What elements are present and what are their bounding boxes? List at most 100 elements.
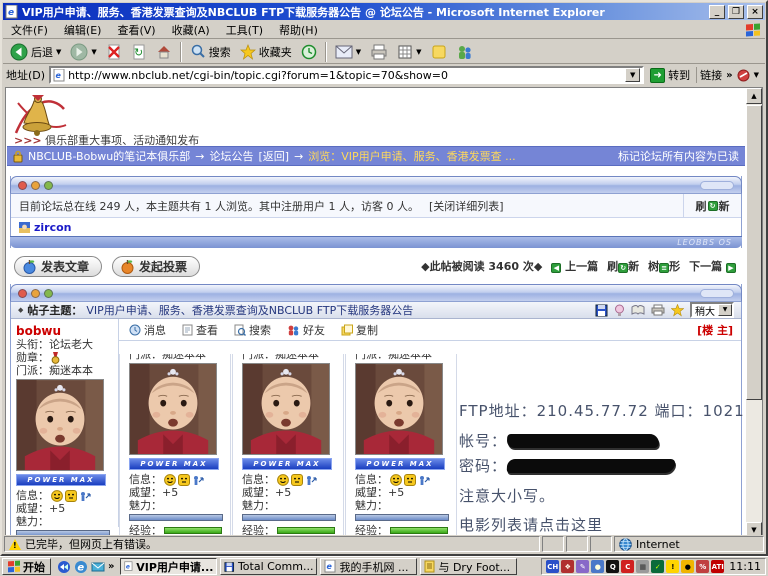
scroll-up-button[interactable]: ▲	[746, 88, 762, 104]
mail-client-tray-icon[interactable]: C	[621, 560, 634, 573]
friend-button[interactable]: 好友	[287, 322, 325, 338]
svg-text:e: e	[56, 71, 62, 80]
save-icon[interactable]	[595, 304, 608, 317]
breadcrumb-back-link[interactable]: [返回]	[258, 148, 289, 164]
font-size-select[interactable]: 稍大 ▼	[690, 302, 734, 318]
security-warning-tray-icon[interactable]: !	[666, 560, 679, 573]
quick-launch-ie-icon[interactable]: e	[74, 560, 88, 574]
close-detail-list-link[interactable]: [关闭详细列表]	[429, 198, 504, 214]
task-button-vip[interactable]: e VIP用户申请...	[120, 558, 217, 575]
prev-thread-link[interactable]: ◀ 上一篇	[551, 258, 598, 274]
user-status-tray-icon[interactable]: ●	[591, 560, 604, 573]
refresh-thread-link[interactable]: 刷↻新	[607, 258, 639, 274]
gender-male-icon	[192, 474, 204, 486]
internet-globe-icon	[619, 538, 632, 551]
forward-dropdown[interactable]: ▼	[91, 48, 96, 56]
back-dropdown[interactable]: ▼	[56, 48, 61, 56]
page-icon: e	[53, 69, 65, 82]
menu-favorites[interactable]: 收藏(A)	[172, 22, 210, 38]
emote-icon[interactable]	[65, 490, 77, 502]
copy-icon	[341, 324, 353, 336]
maximize-button[interactable]: ❐	[728, 5, 744, 19]
scroll-thumb[interactable]	[746, 105, 762, 400]
notes-button[interactable]	[427, 41, 451, 63]
task-button-mobile-site[interactable]: e 我的手机网 ...	[320, 558, 417, 575]
new-poll-button[interactable]: 发起投票	[112, 256, 200, 277]
links-area[interactable]: 链接 » ▼	[696, 67, 762, 83]
start-button[interactable]: 开始	[2, 558, 51, 575]
network-monitor-tray-icon[interactable]: ✓	[651, 560, 664, 573]
smiley-icon[interactable]	[277, 474, 289, 486]
address-dropdown[interactable]: ▼	[625, 68, 640, 82]
breadcrumb-club[interactable]: NBCLUB-Bobwu的笔记本俱乐部	[28, 148, 190, 164]
search-button[interactable]: 搜索	[186, 41, 235, 63]
mail-button[interactable]: ▼	[331, 41, 365, 63]
forward-button[interactable]: ▼	[66, 41, 100, 63]
minimize-button[interactable]: _	[709, 5, 725, 19]
smiley-icon[interactable]	[51, 490, 63, 502]
links-dropdown[interactable]: ▼	[754, 71, 759, 79]
menu-view[interactable]: 查看(V)	[117, 22, 155, 38]
online-user-link[interactable]: zircon	[34, 221, 72, 234]
smiley-icon[interactable]	[390, 474, 402, 486]
search-post-button[interactable]: 搜索	[234, 322, 271, 338]
volume-tool-tray-icon[interactable]: %	[696, 560, 709, 573]
edit-button[interactable]: ▼	[393, 41, 425, 63]
stat-info: 信息：	[242, 473, 336, 486]
task-button-notepad[interactable]: 与 Dry Foot...	[420, 558, 517, 575]
close-button[interactable]: ×	[747, 5, 763, 19]
new-post-button[interactable]: 发表文章	[14, 256, 102, 277]
gender-male-icon	[79, 490, 91, 502]
ati-display-tray-icon[interactable]: ATI	[711, 560, 724, 573]
copy-button[interactable]: 复制	[341, 322, 378, 338]
input-method-ch-tray-icon[interactable]: CH	[546, 560, 559, 573]
graphics-tool-tray-icon[interactable]: ❖	[561, 560, 574, 573]
emote-icon[interactable]	[291, 474, 303, 486]
home-button[interactable]	[152, 41, 176, 63]
menu-edit[interactable]: 编辑(E)	[64, 22, 102, 38]
post-content: FTP地址：210.45.77.72 端口：1021 帐号： 密码： 注意大小写…	[459, 319, 737, 527]
mark-all-read-link[interactable]: 标记论坛所有内容为已读	[618, 148, 739, 164]
address-input[interactable]: e http://www.nbclub.net/cgi-bin/topic.cg…	[49, 66, 644, 84]
refresh-button[interactable]: ↻	[127, 41, 151, 63]
print-button[interactable]	[366, 41, 392, 63]
menu-file[interactable]: 文件(F)	[11, 22, 48, 38]
next-thread-link[interactable]: 下一篇 ▶	[689, 258, 736, 274]
stop-button[interactable]	[102, 41, 126, 63]
stat-prestige: 威望：+5	[129, 486, 223, 499]
refresh-link[interactable]: 刷 ↻ 新	[683, 194, 741, 217]
quick-launch-icon-1[interactable]	[57, 560, 71, 574]
qq-messenger-tray-icon[interactable]: Q	[606, 560, 619, 573]
emote-icon[interactable]	[178, 474, 190, 486]
view-button[interactable]: 查看	[182, 322, 218, 338]
quick-launch-more[interactable]: »	[108, 561, 114, 572]
message-button[interactable]: 消息	[129, 322, 166, 338]
emote-icon[interactable]	[404, 474, 416, 486]
system-tool-tray-icon[interactable]: ▦	[636, 560, 649, 573]
task-button-total-commander[interactable]: Total Comm...	[220, 558, 317, 575]
history-button[interactable]	[297, 41, 321, 63]
mail-dropdown[interactable]: ▼	[356, 48, 361, 56]
tree-view-link[interactable]: 树≡形	[648, 258, 680, 274]
smiley-icon[interactable]	[164, 474, 176, 486]
vertical-scrollbar[interactable]: ▲ ▼	[746, 88, 762, 538]
go-button[interactable]: ➜ 转到	[648, 67, 692, 83]
messenger-button[interactable]	[452, 41, 478, 63]
breadcrumb-forum[interactable]: 论坛公告	[209, 148, 253, 164]
menu-help[interactable]: 帮助(H)	[279, 22, 318, 38]
power-max-badge: POWER MAX	[242, 458, 332, 470]
quick-launch-mail-icon[interactable]	[91, 560, 105, 574]
favorite-star-icon[interactable]	[671, 304, 684, 317]
pen-tool-tray-icon[interactable]: ✎	[576, 560, 589, 573]
author-name-link[interactable]: bobwu	[16, 325, 114, 338]
links-chevron[interactable]: »	[726, 70, 732, 81]
edit-dropdown[interactable]: ▼	[416, 48, 421, 56]
book-icon[interactable]	[631, 305, 645, 316]
print-icon[interactable]	[651, 304, 665, 316]
back-button[interactable]: 后退▼	[6, 41, 65, 63]
menu-tools[interactable]: 工具(T)	[226, 22, 263, 38]
lamp-idea-icon[interactable]	[614, 304, 625, 317]
antivirus-bee-tray-icon[interactable]: ●	[681, 560, 694, 573]
taskbar-clock[interactable]: 11:11	[729, 560, 761, 573]
favorites-button[interactable]: 收藏夹	[236, 41, 296, 63]
